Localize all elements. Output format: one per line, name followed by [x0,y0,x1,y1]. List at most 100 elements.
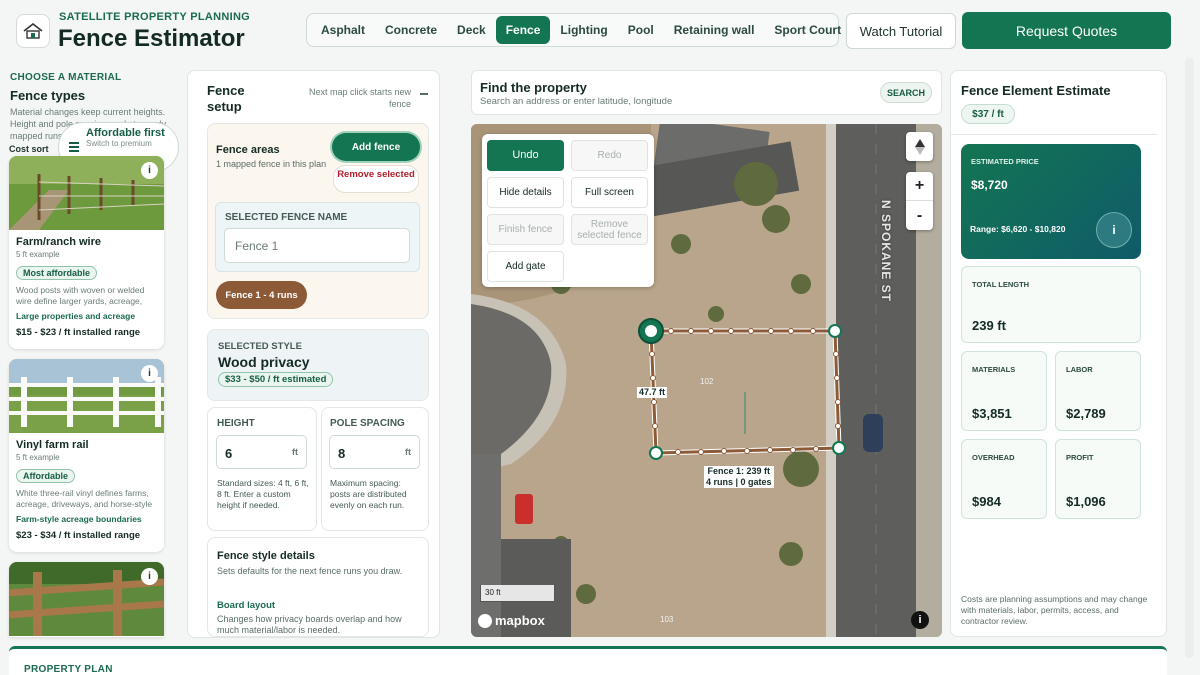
material-example: 5 ft example [16,453,60,462]
total-length-label: TOTAL LENGTH [972,280,1030,289]
height-label: HEIGHT [217,418,255,429]
sort-title: Affordable first [86,127,165,139]
tab-concrete[interactable]: Concrete [375,16,447,44]
materials-label: MATERIALS [972,365,1016,374]
watch-tutorial-button[interactable]: Watch Tutorial [846,13,956,49]
info-icon[interactable]: i [1096,212,1132,248]
total-length-value: 239 ft [972,318,1006,333]
labor-value: $2,789 [1066,406,1106,421]
height-value: 6 [225,446,233,461]
tab-asphalt[interactable]: Asphalt [311,16,375,44]
map-info-icon[interactable]: i [911,611,929,629]
material-card-split-rail[interactable]: i [9,562,164,637]
find-property-input[interactable]: Search an address or enter latitude, lon… [480,96,672,107]
setup-title: Fence setup [207,83,245,114]
fence-summary-runs: 4 runs | 0 gates [704,477,774,488]
pole-spacing-input[interactable]: 8 ft [329,435,420,469]
compass-button[interactable] [906,132,933,161]
info-icon[interactable]: i [141,162,158,179]
estimated-price-value: $8,720 [971,178,1008,192]
style-details-subtitle: Sets defaults for the next fence runs yo… [217,566,403,576]
zoom-controls: + - [906,172,933,230]
selected-style-name: Wood privacy [218,354,310,370]
height-input[interactable]: 6 ft [216,435,307,469]
mapbox-wordmark: mapbox [495,613,545,628]
property-plan-eyebrow: PROPERTY PLAN [24,664,113,675]
undo-button[interactable]: Undo [487,140,564,171]
estimated-price-label: ESTIMATED PRICE [971,157,1039,166]
tab-lighting[interactable]: Lighting [550,16,617,44]
material-name: Vinyl farm rail [16,439,89,451]
tab-fence[interactable]: Fence [495,16,551,44]
price-tier-badge: Affordable [16,469,75,483]
price-tier-badge: Most affordable [16,266,98,280]
profit-label: PROFIT [1066,453,1094,462]
page-scrollbar[interactable] [1185,58,1194,658]
material-use: Farm-style acreage boundaries [16,514,142,524]
setup-note: Next map click starts new fence [308,87,411,109]
tab-sport-court[interactable]: Sport Court [764,16,851,44]
fence-chip[interactable]: Fence 1 - 4 runs [216,281,307,309]
pole-spacing-value: 8 [338,446,346,461]
zoom-in-button[interactable]: + [906,172,933,201]
pole-spacing-help: Maximum spacing: posts are distributed e… [330,478,407,510]
sort-subtitle: Switch to premium [86,139,152,148]
material-card-vinyl-farm-rail[interactable]: i Vinyl farm rail 5 ft example Affordabl… [9,359,164,552]
estimate-disclaimer: Costs are planning assumptions and may c… [961,594,1148,626]
full-screen-button[interactable]: Full screen [571,177,648,208]
overhead-label: OVERHEAD [972,453,1015,462]
overhead-card: OVERHEAD $984 [961,439,1047,519]
lot-number-bottom: 103 [660,615,674,624]
profit-card: PROFIT $1,096 [1055,439,1141,519]
vinyl-rail-photo: i [9,359,164,433]
labor-card: LABOR $2,789 [1055,351,1141,431]
materials-title: Fence types [10,88,86,103]
fence-summary-label: Fence 1: 239 ft 4 runs | 0 gates [704,466,774,488]
hide-details-button[interactable]: Hide details [487,177,564,208]
farm-wire-photo: i [9,156,164,230]
price-range: Range: $6,620 - $10,820 [970,224,1066,234]
add-gate-button[interactable]: Add gate [487,251,564,282]
profit-value: $1,096 [1066,494,1106,509]
find-property-title: Find the property [480,80,587,95]
info-icon[interactable]: i [141,365,158,382]
split-rail-photo: i [9,562,164,636]
pole-spacing-section: POLE SPACING 8 ft Maximum spacing: posts… [321,407,429,531]
add-fence-button[interactable]: Add fence [332,133,420,161]
material-card-farm-ranch-wire[interactable]: i Farm/ranch wire 5 ft example Most affo… [9,156,164,349]
mapbox-logo: mapbox [478,613,545,628]
info-icon[interactable]: i [141,568,158,585]
page-title: Fence Estimator [58,25,245,52]
mapbox-icon [478,613,492,628]
pole-spacing-unit: ft [405,447,411,457]
style-price-badge: $33 - $50 / ft estimated [218,372,334,387]
pole-spacing-label: POLE SPACING [330,418,405,429]
fence-name-input[interactable] [224,228,410,263]
remove-selected-fence-button[interactable]: Remove selected fence [571,214,648,245]
height-help: Standard sizes: 4 ft, 6 ft, 8 ft. Enter … [217,478,309,510]
materials-value: $3,851 [972,406,1012,421]
height-unit: ft [292,447,298,457]
request-quotes-button[interactable]: Request Quotes [962,12,1171,49]
finish-fence-button[interactable]: Finish fence [487,214,564,245]
material-example: 5 ft example [16,250,60,259]
tab-retaining-wall[interactable]: Retaining wall [664,16,765,44]
fence-name-label: SELECTED FENCE NAME [225,212,348,223]
material-price: $23 - $34 / ft installed range [16,530,141,541]
remove-selected-button[interactable]: Remove selected [333,165,419,193]
height-section: HEIGHT 6 ft Standard sizes: 4 ft, 6 ft, … [207,407,317,531]
search-button[interactable]: SEARCH [880,82,932,103]
zoom-out-button[interactable]: - [906,201,933,230]
sort-icon [69,142,79,154]
collapse-icon[interactable] [420,93,428,95]
material-use: Large properties and acreage [16,311,136,321]
material-description: Wood posts with woven or welded wire def… [16,285,145,306]
style-details-title: Fence style details [217,550,315,562]
fence-areas-title: Fence areas [216,144,280,156]
tab-deck[interactable]: Deck [447,16,496,44]
divider [951,134,1157,135]
redo-button[interactable]: Redo [571,140,648,171]
tab-pool[interactable]: Pool [618,16,664,44]
material-description: White three-rail vinyl defines farms, ac… [16,488,153,509]
run-length-label: 47.7 ft [637,387,668,398]
